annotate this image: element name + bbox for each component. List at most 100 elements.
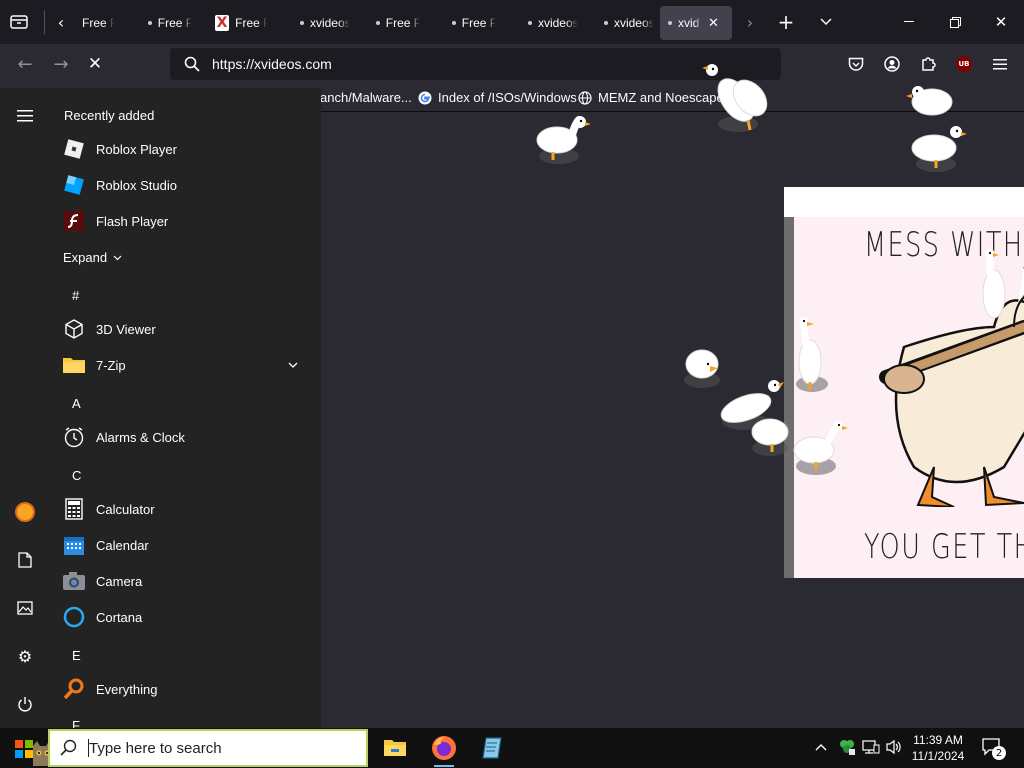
app-label: Flash Player	[96, 213, 169, 229]
app-everything[interactable]: Everything	[62, 674, 157, 704]
app-calendar[interactable]: Calendar	[62, 530, 149, 560]
tray-app-icon[interactable]	[838, 738, 856, 759]
tab-4-indicator	[300, 21, 304, 25]
start-menu: ⚙ Recently added Roblox Player Roblox St…	[0, 88, 321, 728]
tab-7[interactable]: xvideos	[520, 6, 578, 40]
avatar	[15, 502, 35, 522]
calculator-icon	[62, 497, 86, 521]
firefox-icon	[432, 736, 456, 760]
roblox-player-icon	[62, 137, 86, 161]
account-icon[interactable]	[881, 54, 903, 74]
recently-added-heading: Recently added	[64, 108, 155, 123]
app-roblox-player[interactable]: Roblox Player	[62, 134, 177, 164]
close-tab-icon[interactable]: ✕	[708, 16, 719, 31]
x-logo-icon: X	[215, 15, 230, 31]
volume-icon[interactable]	[885, 739, 903, 758]
tab-8-indicator	[604, 21, 608, 25]
extensions-icon[interactable]	[917, 54, 939, 74]
scroll-tabs-right-icon[interactable]: ›	[740, 12, 760, 32]
tab-divider	[44, 10, 45, 34]
start-button[interactable]	[0, 728, 53, 768]
taskbar-search-box[interactable]: Type here to search	[48, 729, 368, 767]
power-icon[interactable]	[13, 692, 37, 716]
tab-5[interactable]: Free P	[368, 6, 420, 40]
notification-count-badge: 2	[992, 746, 1006, 760]
scroll-tabs-left-icon[interactable]: ‹	[50, 12, 72, 32]
goose-sprite	[793, 421, 848, 475]
app-7zip-folder[interactable]: 7-Zip	[62, 350, 302, 380]
chevron-down-icon[interactable]	[288, 362, 298, 368]
app-cortana[interactable]: Cortana	[62, 602, 142, 632]
action-center-button[interactable]: 2	[982, 738, 1006, 760]
navigation-toolbar: ← → ✕ https://xvideos.com UB	[0, 44, 1024, 84]
folder-icon	[62, 353, 86, 377]
app-alarms-clock[interactable]: Alarms & Clock	[62, 422, 185, 452]
tab-8[interactable]: xvideos	[596, 6, 654, 40]
start-menu-rail: ⚙	[0, 88, 50, 728]
ublock-badge: UB	[956, 56, 972, 72]
app-calculator[interactable]: Calculator	[62, 494, 155, 524]
close-window-icon[interactable]: ✕	[990, 12, 1012, 32]
app-flash-player[interactable]: Flash Player	[62, 206, 168, 236]
firefox-taskbar-button[interactable]	[428, 732, 460, 767]
app-label: 7-Zip	[96, 357, 126, 373]
ublock-origin-icon[interactable]: UB	[953, 54, 975, 74]
restore-window-icon[interactable]	[944, 12, 966, 32]
roblox-studio-icon	[62, 173, 86, 197]
goose-sprite	[911, 126, 967, 172]
notepad-icon	[482, 737, 502, 759]
file-explorer-taskbar-button[interactable]	[379, 732, 411, 764]
tab-overview-icon[interactable]	[8, 12, 30, 32]
chevron-down-icon	[113, 255, 122, 260]
group-letter-c[interactable]: C	[72, 468, 81, 483]
tab-2-indicator	[148, 21, 152, 25]
goose-sprite	[702, 64, 768, 132]
show-hidden-icons-chevron-up-icon[interactable]	[815, 740, 827, 754]
tab-6[interactable]: Free P	[444, 6, 496, 40]
network-icon[interactable]	[862, 739, 880, 758]
hamburger-menu-icon[interactable]	[989, 54, 1011, 74]
expand-button[interactable]: Expand	[63, 250, 122, 265]
clock[interactable]: 11:39 AM 11/1/2024	[906, 732, 970, 764]
stop-loading-icon[interactable]: ✕	[84, 54, 106, 74]
tab-7-title: xvideos	[537, 16, 578, 30]
tab-4[interactable]: xvideos	[292, 6, 350, 40]
meme-bottom-text: YOU GET THE	[864, 527, 1024, 567]
flash-player-icon	[62, 209, 86, 233]
new-tab-icon[interactable]: +	[775, 10, 797, 34]
goose-sprite	[982, 249, 1006, 319]
group-letter-a[interactable]: A	[72, 396, 81, 411]
forward-arrow-icon[interactable]: →	[50, 54, 72, 75]
minimize-window-icon[interactable]	[898, 12, 920, 32]
group-letter-f[interactable]: F	[72, 718, 80, 728]
documents-icon[interactable]	[13, 548, 37, 572]
tab-2[interactable]: Free P	[140, 6, 192, 40]
tab-1[interactable]: Free P	[74, 6, 114, 40]
notepad-taskbar-button[interactable]	[476, 732, 508, 764]
hamburger-menu-icon[interactable]	[13, 104, 37, 128]
tab-9-title: xvid	[678, 16, 700, 30]
running-indicator	[434, 765, 454, 767]
bookmark-malware[interactable]: anch/Malware...	[320, 90, 412, 105]
back-arrow-icon[interactable]: ←	[14, 54, 36, 75]
pictures-icon[interactable]	[13, 596, 37, 620]
tab-2-title: Free P	[157, 16, 192, 30]
clock-icon	[62, 425, 86, 449]
group-letter-e[interactable]: E	[72, 648, 81, 663]
group-letter-hash[interactable]: #	[72, 288, 79, 303]
app-roblox-studio[interactable]: Roblox Studio	[62, 170, 177, 200]
app-camera[interactable]: Camera	[62, 566, 142, 596]
goose-sprite	[536, 116, 591, 164]
app-3d-viewer[interactable]: 3D Viewer	[62, 314, 156, 344]
list-all-tabs-icon[interactable]	[815, 12, 837, 32]
app-label: Calculator	[96, 501, 155, 517]
bookmark-isos[interactable]: Index of /ISOs/Windows	[418, 90, 577, 105]
tab-3[interactable]: X Free P	[207, 6, 267, 40]
settings-gear-icon[interactable]: ⚙	[13, 644, 37, 668]
browser-tab-strip: ‹ Free P Free P X Free P xvideos Free P F…	[0, 0, 1024, 44]
tab-9-active[interactable]: xvid ✕	[660, 6, 732, 40]
user-avatar-icon[interactable]	[13, 500, 37, 524]
url-bar[interactable]: https://xvideos.com	[170, 48, 781, 80]
bookmark-label: anch/Malware...	[320, 90, 412, 105]
pocket-icon[interactable]	[845, 54, 867, 74]
